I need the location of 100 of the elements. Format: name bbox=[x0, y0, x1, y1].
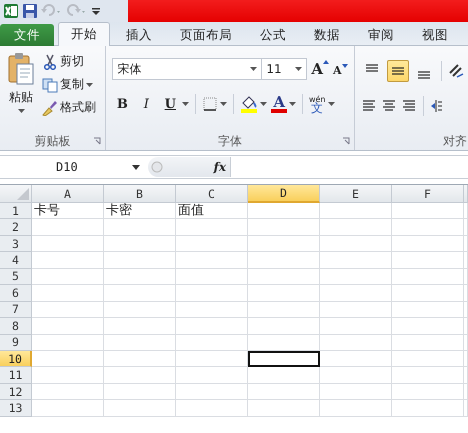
table-cell bbox=[320, 302, 392, 318]
clipboard-icon[interactable] bbox=[7, 52, 35, 86]
table-cell bbox=[392, 400, 464, 417]
table-cell bbox=[392, 302, 464, 318]
row-header[interactable]: 6 bbox=[0, 285, 32, 302]
table-cell bbox=[320, 219, 392, 236]
ribbon-tab[interactable]: 开始 bbox=[58, 22, 110, 46]
format-painter-button[interactable]: 格式刷 bbox=[42, 98, 96, 117]
column-header[interactable]: B bbox=[104, 185, 176, 203]
table-cell bbox=[320, 318, 392, 334]
row-header[interactable]: 13 bbox=[0, 400, 32, 417]
ribbon-tab[interactable]: 数据 bbox=[302, 24, 352, 46]
row-header[interactable]: 7 bbox=[0, 302, 32, 318]
column-header[interactable]: A bbox=[32, 185, 104, 203]
caret-icon[interactable] bbox=[220, 102, 228, 106]
caret-icon[interactable] bbox=[18, 109, 24, 113]
row-header[interactable]: 9 bbox=[0, 334, 32, 351]
table-cell bbox=[104, 318, 176, 334]
table-cell bbox=[32, 219, 104, 236]
underline-button[interactable]: U bbox=[160, 96, 180, 112]
column-header[interactable]: D bbox=[248, 185, 320, 203]
table-cell bbox=[104, 268, 176, 286]
table-cell bbox=[176, 302, 248, 318]
ribbon-tab[interactable]: 页面布局 bbox=[168, 24, 244, 46]
caret-icon[interactable] bbox=[260, 102, 268, 106]
group-label: 字体 bbox=[218, 132, 242, 150]
save-icon[interactable] bbox=[22, 3, 38, 19]
table-cell bbox=[104, 252, 176, 269]
row-header[interactable]: 2 bbox=[0, 219, 32, 236]
borders-icon[interactable] bbox=[202, 96, 218, 112]
table-cell: 卡号 bbox=[32, 203, 104, 220]
font-size-field[interactable]: 11 bbox=[261, 58, 308, 80]
paintbrush-icon[interactable] bbox=[42, 100, 58, 116]
table-cell bbox=[32, 285, 104, 302]
caret-icon[interactable] bbox=[132, 164, 140, 170]
column-header[interactable]: F bbox=[392, 185, 464, 203]
caret-icon[interactable] bbox=[288, 102, 296, 106]
table-cell bbox=[392, 367, 464, 384]
table-cell bbox=[248, 334, 320, 351]
grow-font-button[interactable]: A bbox=[311, 60, 329, 78]
table-cell bbox=[248, 302, 320, 318]
table-cell bbox=[320, 400, 392, 417]
paint-bucket-icon[interactable] bbox=[240, 95, 258, 113]
row-header[interactable]: 10 bbox=[0, 350, 32, 368]
dialog-launcher-icon[interactable] bbox=[93, 137, 102, 145]
ribbon-tab[interactable]: 视图 bbox=[410, 24, 460, 46]
table-cell bbox=[320, 285, 392, 302]
dialog-launcher-icon[interactable] bbox=[342, 137, 350, 145]
table-cell: 面值 bbox=[176, 203, 248, 220]
table-cell bbox=[392, 268, 464, 286]
column-header[interactable]: E bbox=[320, 185, 392, 203]
excel-logo-icon[interactable] bbox=[3, 3, 19, 19]
row-header[interactable]: 12 bbox=[0, 384, 32, 400]
table-cell bbox=[176, 268, 248, 286]
row-header[interactable]: 11 bbox=[0, 367, 32, 384]
ribbon-tab[interactable]: 公式 bbox=[248, 24, 298, 46]
row-header[interactable]: 1 bbox=[0, 203, 32, 220]
row-header[interactable]: 8 bbox=[0, 318, 32, 334]
group-label: 对齐 bbox=[443, 132, 467, 150]
caret-icon[interactable] bbox=[86, 82, 93, 86]
italic-button[interactable]: I bbox=[136, 96, 156, 112]
orientation-icon[interactable] bbox=[448, 63, 464, 79]
table-cell bbox=[320, 334, 392, 351]
table-cell bbox=[176, 219, 248, 236]
phonetic-guide-button[interactable]: wén 文 bbox=[308, 95, 326, 113]
active-cell[interactable] bbox=[248, 350, 320, 368]
row-header[interactable]: 5 bbox=[0, 268, 32, 286]
indent-icon[interactable] bbox=[430, 98, 442, 114]
row-header[interactable]: 4 bbox=[0, 252, 32, 269]
table-cell bbox=[248, 236, 320, 252]
caret-icon[interactable] bbox=[250, 67, 258, 71]
table-cell bbox=[392, 285, 464, 302]
column-header[interactable]: C bbox=[176, 185, 248, 203]
down-triangle-icon[interactable] bbox=[342, 64, 348, 68]
scissors-icon[interactable] bbox=[42, 54, 58, 70]
paste-button[interactable]: 粘贴 bbox=[4, 52, 38, 132]
copy-icon[interactable] bbox=[42, 76, 58, 92]
row-header[interactable]: 3 bbox=[0, 236, 32, 252]
up-triangle-icon[interactable] bbox=[322, 60, 329, 64]
shrink-font-button[interactable]: A bbox=[332, 64, 348, 77]
table-cell bbox=[320, 384, 392, 400]
file-tab[interactable]: 文件 bbox=[0, 24, 54, 46]
ribbon-tab[interactable]: 插入 bbox=[114, 24, 164, 46]
font-name-field[interactable]: 宋体 bbox=[112, 58, 262, 80]
copy-button[interactable]: 复制 bbox=[42, 75, 96, 94]
caret-icon[interactable] bbox=[182, 102, 190, 106]
bold-button[interactable]: B bbox=[112, 96, 132, 112]
table-cell bbox=[176, 384, 248, 400]
name-box[interactable]: D10 bbox=[0, 157, 148, 177]
table-cell bbox=[32, 367, 104, 384]
font-color-button[interactable]: A bbox=[271, 95, 287, 113]
table-cell bbox=[176, 350, 248, 368]
table-cell: 卡密 bbox=[104, 203, 176, 220]
table-cell bbox=[392, 203, 464, 220]
cut-button[interactable]: 剪切 bbox=[42, 52, 96, 71]
ribbon-tab[interactable]: 审阅 bbox=[356, 24, 406, 46]
insert-function-button[interactable]: fx bbox=[214, 160, 226, 174]
caret-icon[interactable] bbox=[328, 102, 334, 106]
table-cell bbox=[104, 236, 176, 252]
caret-icon[interactable] bbox=[295, 67, 302, 71]
